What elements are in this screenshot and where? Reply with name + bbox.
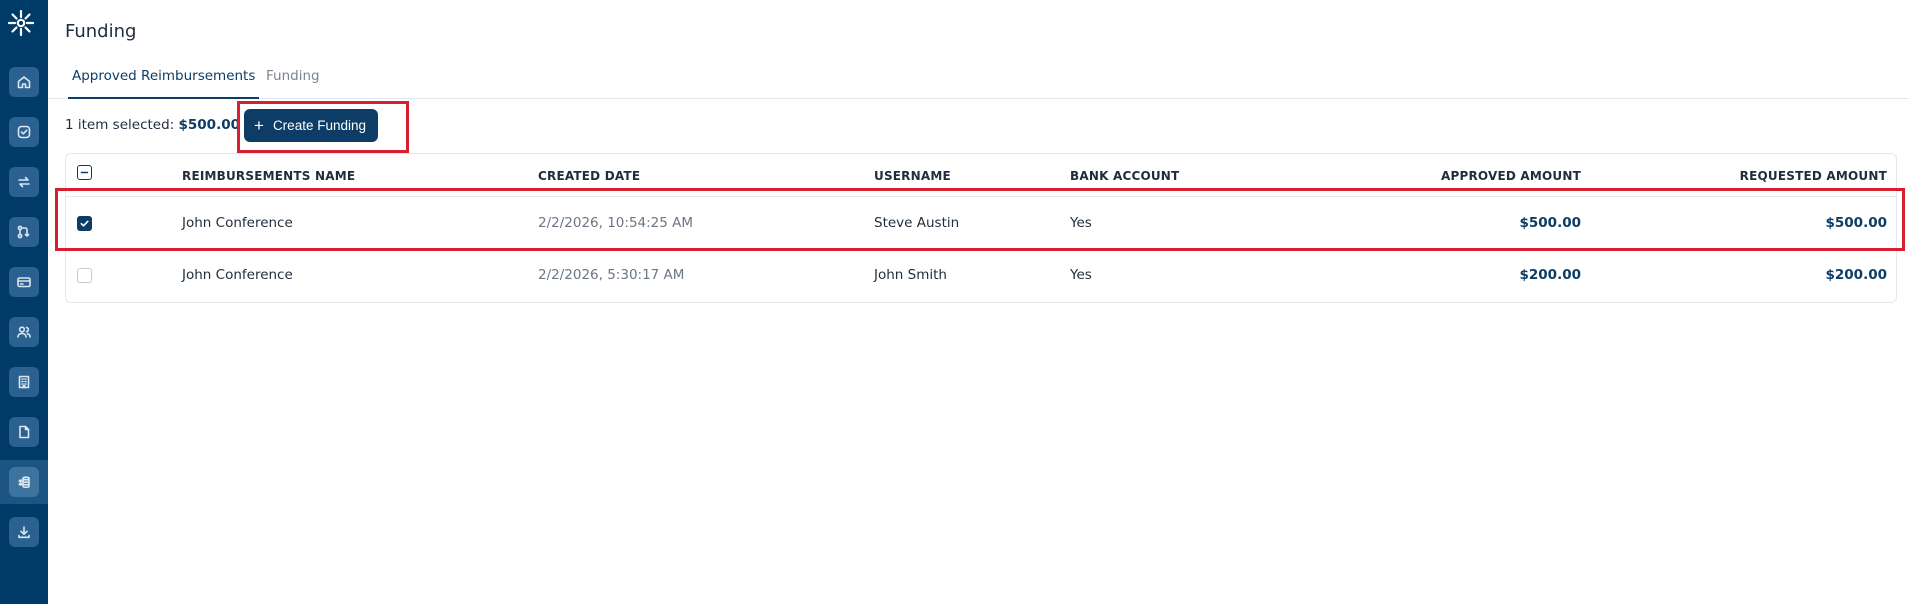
tab-bar: Approved Reimbursements Funding [48, 60, 1909, 99]
sidebar-item-downloads[interactable] [0, 510, 48, 554]
workflow-icon [9, 217, 39, 247]
cell-approved-amount: $200.00 [1519, 267, 1582, 283]
sidebar-item-workflows[interactable] [0, 210, 48, 254]
users-icon [9, 317, 39, 347]
funding-icon [9, 467, 39, 497]
transfer-icon [9, 167, 39, 197]
sidebar-item-funding[interactable] [0, 460, 48, 504]
column-header-username[interactable]: USERNAME [874, 169, 951, 183]
card-icon [9, 267, 39, 297]
cell-requested-amount: $200.00 [1825, 267, 1888, 283]
building-icon [9, 367, 39, 397]
column-header-bank-account[interactable]: BANK ACCOUNT [1070, 169, 1179, 183]
highlight-box-selected-row [55, 188, 1905, 251]
cell-bank-account: Yes [1070, 267, 1092, 283]
table-row[interactable]: John Conference 2/2/2026, 5:30:17 AM Joh… [66, 249, 1896, 302]
tab-approved-reimbursements[interactable]: Approved Reimbursements [68, 68, 260, 99]
sidebar-item-users[interactable] [0, 310, 48, 354]
column-header-approved-amount[interactable]: APPROVED AMOUNT [1441, 169, 1581, 183]
sidebar-item-cards[interactable] [0, 260, 48, 304]
column-header-requested-amount[interactable]: REQUESTED AMOUNT [1740, 169, 1887, 183]
select-all-checkbox[interactable] [77, 165, 92, 180]
download-icon [9, 517, 39, 547]
sidebar [0, 0, 48, 604]
selection-count-label: 1 item selected: [65, 117, 179, 133]
brand-logo-icon[interactable] [5, 7, 37, 39]
selection-amount: $500.00 [178, 117, 241, 133]
tab-funding[interactable]: Funding [266, 68, 320, 99]
sidebar-item-home[interactable] [0, 60, 48, 104]
column-header-name[interactable]: REIMBURSEMENTS NAME [182, 169, 355, 183]
sidebar-item-transactions[interactable] [0, 160, 48, 204]
sidebar-item-approvals[interactable] [0, 110, 48, 154]
cell-username: John Smith [874, 267, 947, 283]
minus-icon [80, 171, 89, 174]
page-title: Funding [65, 21, 137, 42]
cell-created-date: 2/2/2026, 5:30:17 AM [538, 267, 685, 283]
cell-name: John Conference [182, 267, 293, 283]
row-checkbox[interactable] [77, 268, 92, 283]
column-header-created-date[interactable]: CREATED DATE [538, 169, 640, 183]
sidebar-item-documents[interactable] [0, 410, 48, 454]
sidebar-item-organization[interactable] [0, 360, 48, 404]
document-icon [9, 417, 39, 447]
check-circle-icon [9, 117, 39, 147]
plus-icon: + [254, 116, 264, 135]
create-funding-label: Create Funding [272, 118, 366, 133]
create-funding-button[interactable]: + Create Funding [244, 109, 378, 142]
home-icon [9, 67, 39, 97]
selection-summary: 1 item selected: $500.00 [65, 117, 240, 133]
